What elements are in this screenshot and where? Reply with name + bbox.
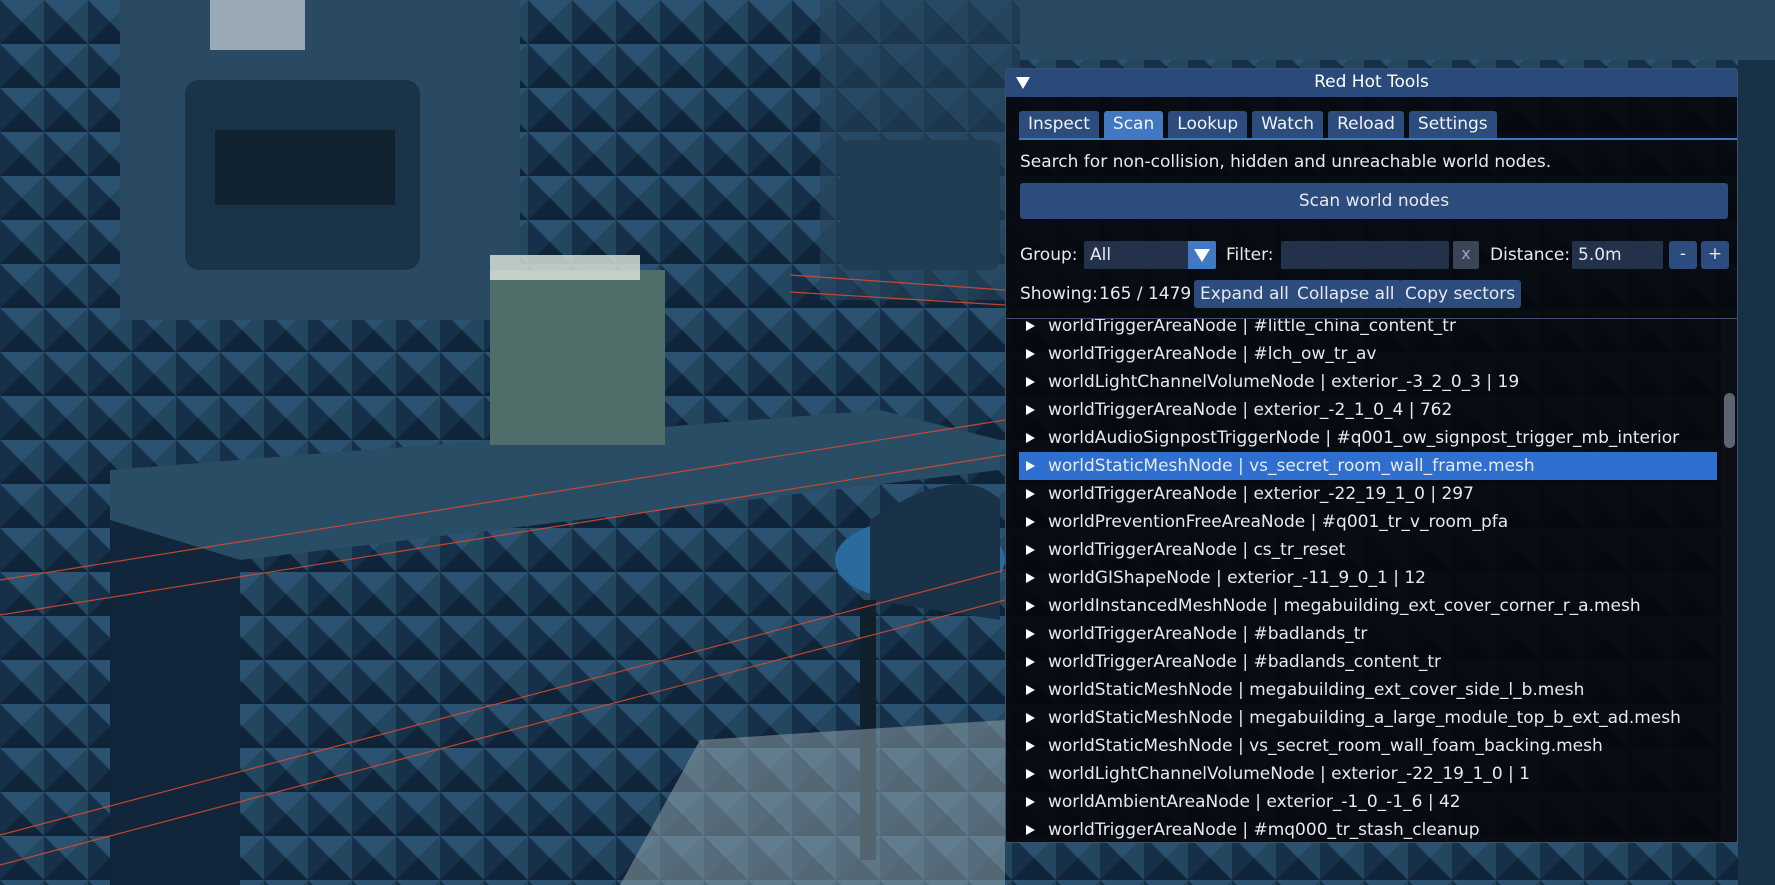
scrollbar-thumb[interactable] <box>1724 393 1735 448</box>
node-list-item[interactable]: worldAmbientAreaNode | exterior_-1_0_-1_… <box>1019 788 1717 816</box>
node-list-item[interactable]: worldTriggerAreaNode | #badlands_tr <box>1019 620 1717 648</box>
node-label: worldAmbientAreaNode | exterior_-1_0_-1_… <box>1048 792 1461 812</box>
tab-reload[interactable]: Reload <box>1328 111 1404 138</box>
node-list-item[interactable]: worldTriggerAreaNode | #mq000_tr_stash_c… <box>1019 816 1717 839</box>
node-label: worldTriggerAreaNode | #mq000_tr_stash_c… <box>1048 820 1480 839</box>
expand-arrow-icon[interactable] <box>1026 377 1035 387</box>
node-list-item[interactable]: worldStaticMeshNode | megabuilding_ext_c… <box>1019 676 1717 704</box>
node-list-item[interactable]: worldTriggerAreaNode | exterior_-22_19_1… <box>1019 480 1717 508</box>
window-titlebar[interactable]: Red Hot Tools <box>1006 69 1737 97</box>
node-list-item[interactable]: worldTriggerAreaNode | exterior_-2_1_0_4… <box>1019 396 1717 424</box>
node-label: worldStaticMeshNode | vs_secret_room_wal… <box>1048 736 1603 756</box>
tab-scan[interactable]: Scan <box>1103 111 1164 138</box>
expand-arrow-icon[interactable] <box>1026 349 1035 359</box>
window-title: Red Hot Tools <box>1314 72 1429 92</box>
node-label: worldTriggerAreaNode | #badlands_content… <box>1048 652 1442 672</box>
chevron-down-icon <box>1194 249 1210 262</box>
expand-arrow-icon[interactable] <box>1026 797 1035 807</box>
expand-arrow-icon[interactable] <box>1026 573 1035 583</box>
node-label: worldTriggerAreaNode | #badlands_tr <box>1048 624 1368 644</box>
expand-arrow-icon[interactable] <box>1026 489 1035 499</box>
node-label: worldTriggerAreaNode | exterior_-2_1_0_4… <box>1048 400 1453 420</box>
filter-label: Filter: <box>1226 245 1274 265</box>
tab-watch[interactable]: Watch <box>1252 111 1324 138</box>
group-label: Group: <box>1020 245 1078 265</box>
showing-count: 165 / 1479 <box>1099 284 1192 304</box>
node-list-item[interactable]: worldStaticMeshNode | vs_secret_room_wal… <box>1019 452 1717 480</box>
node-list-item[interactable]: worldAudioSignpostTriggerNode | #q001_ow… <box>1019 424 1717 452</box>
collapse-all-button[interactable]: Collapse all <box>1291 280 1401 308</box>
node-label: worldLightChannelVolumeNode | exterior_-… <box>1048 764 1530 784</box>
node-list-item[interactable]: worldTriggerAreaNode | cs_tr_reset <box>1019 536 1717 564</box>
distance-label: Distance: <box>1490 245 1571 265</box>
scan-description: Search for non-collision, hidden and unr… <box>1020 152 1552 172</box>
copy-sectors-button[interactable]: Copy sectors <box>1399 280 1522 308</box>
node-list-item[interactable]: worldStaticMeshNode | megabuilding_a_lar… <box>1019 704 1717 732</box>
node-list-content: worldTriggerAreaNode | #little_china_con… <box>1019 319 1717 839</box>
node-label: worldLightChannelVolumeNode | exterior_-… <box>1048 372 1520 392</box>
node-list-item[interactable]: worldLightChannelVolumeNode | exterior_-… <box>1019 760 1717 788</box>
tab-settings[interactable]: Settings <box>1408 111 1497 138</box>
expand-arrow-icon[interactable] <box>1026 405 1035 415</box>
node-list-scrollbar[interactable] <box>1721 319 1737 839</box>
filter-input[interactable] <box>1281 241 1449 269</box>
tab-inspect[interactable]: Inspect <box>1019 111 1099 138</box>
clear-filter-button[interactable]: x <box>1453 241 1479 269</box>
red-hot-tools-window: Red Hot Tools Inspect Scan Lookup Watch Relo… <box>1005 68 1738 843</box>
node-label: worldInstancedMeshNode | megabuilding_ex… <box>1048 596 1641 616</box>
tab-lookup[interactable]: Lookup <box>1168 111 1248 138</box>
distance-decrease-button[interactable]: - <box>1669 241 1697 269</box>
tab-underline <box>1019 138 1737 140</box>
expand-arrow-icon[interactable] <box>1026 629 1035 639</box>
expand-arrow-icon[interactable] <box>1026 601 1035 611</box>
expand-arrow-icon[interactable] <box>1026 321 1035 331</box>
expand-arrow-icon[interactable] <box>1026 741 1035 751</box>
node-label: worldStaticMeshNode | megabuilding_a_lar… <box>1048 708 1681 728</box>
node-list-item[interactable]: worldGIShapeNode | exterior_-11_9_0_1 | … <box>1019 564 1717 592</box>
scan-world-nodes-button[interactable]: Scan world nodes <box>1020 183 1728 219</box>
expand-all-button[interactable]: Expand all <box>1194 280 1295 308</box>
group-select[interactable]: All <box>1084 241 1216 269</box>
tab-bar: Inspect Scan Lookup Watch Reload Settings <box>1019 111 1497 138</box>
expand-arrow-icon[interactable] <box>1026 433 1035 443</box>
node-list-item[interactable]: worldStaticMeshNode | vs_secret_room_wal… <box>1019 732 1717 760</box>
node-label: worldGIShapeNode | exterior_-11_9_0_1 | … <box>1048 568 1426 588</box>
node-label: worldTriggerAreaNode | exterior_-22_19_1… <box>1048 484 1474 504</box>
distance-field[interactable]: 5.0m <box>1572 241 1663 269</box>
node-list-item[interactable]: worldTriggerAreaNode | #lch_ow_tr_av <box>1019 340 1717 368</box>
expand-arrow-icon[interactable] <box>1026 657 1035 667</box>
node-label: worldTriggerAreaNode | #little_china_con… <box>1048 319 1456 336</box>
expand-arrow-icon[interactable] <box>1026 517 1035 527</box>
expand-arrow-icon[interactable] <box>1026 713 1035 723</box>
node-label: worldAudioSignpostTriggerNode | #q001_ow… <box>1048 428 1680 448</box>
expand-arrow-icon[interactable] <box>1026 545 1035 555</box>
showing-label: Showing: <box>1020 284 1098 304</box>
expand-arrow-icon[interactable] <box>1026 825 1035 835</box>
group-select-value: All <box>1090 245 1112 265</box>
node-list[interactable]: worldTriggerAreaNode | #little_china_con… <box>1019 319 1717 839</box>
node-list-item[interactable]: worldTriggerAreaNode | #badlands_content… <box>1019 648 1717 676</box>
node-label: worldTriggerAreaNode | #lch_ow_tr_av <box>1048 344 1377 364</box>
node-list-item[interactable]: worldPreventionFreeAreaNode | #q001_tr_v… <box>1019 508 1717 536</box>
node-list-item[interactable]: worldTriggerAreaNode | #little_china_con… <box>1019 319 1717 340</box>
node-list-item[interactable]: worldLightChannelVolumeNode | exterior_-… <box>1019 368 1717 396</box>
node-list-item[interactable]: worldInstancedMeshNode | megabuilding_ex… <box>1019 592 1717 620</box>
node-label: worldTriggerAreaNode | cs_tr_reset <box>1048 540 1346 560</box>
node-label: worldPreventionFreeAreaNode | #q001_tr_v… <box>1048 512 1509 532</box>
expand-arrow-icon[interactable] <box>1026 769 1035 779</box>
distance-increase-button[interactable]: + <box>1701 241 1729 269</box>
expand-arrow-icon[interactable] <box>1026 461 1035 471</box>
node-label: worldStaticMeshNode | vs_secret_room_wal… <box>1048 456 1535 476</box>
node-label: worldStaticMeshNode | megabuilding_ext_c… <box>1048 680 1585 700</box>
group-dropdown-button[interactable] <box>1188 241 1216 269</box>
expand-arrow-icon[interactable] <box>1026 685 1035 695</box>
